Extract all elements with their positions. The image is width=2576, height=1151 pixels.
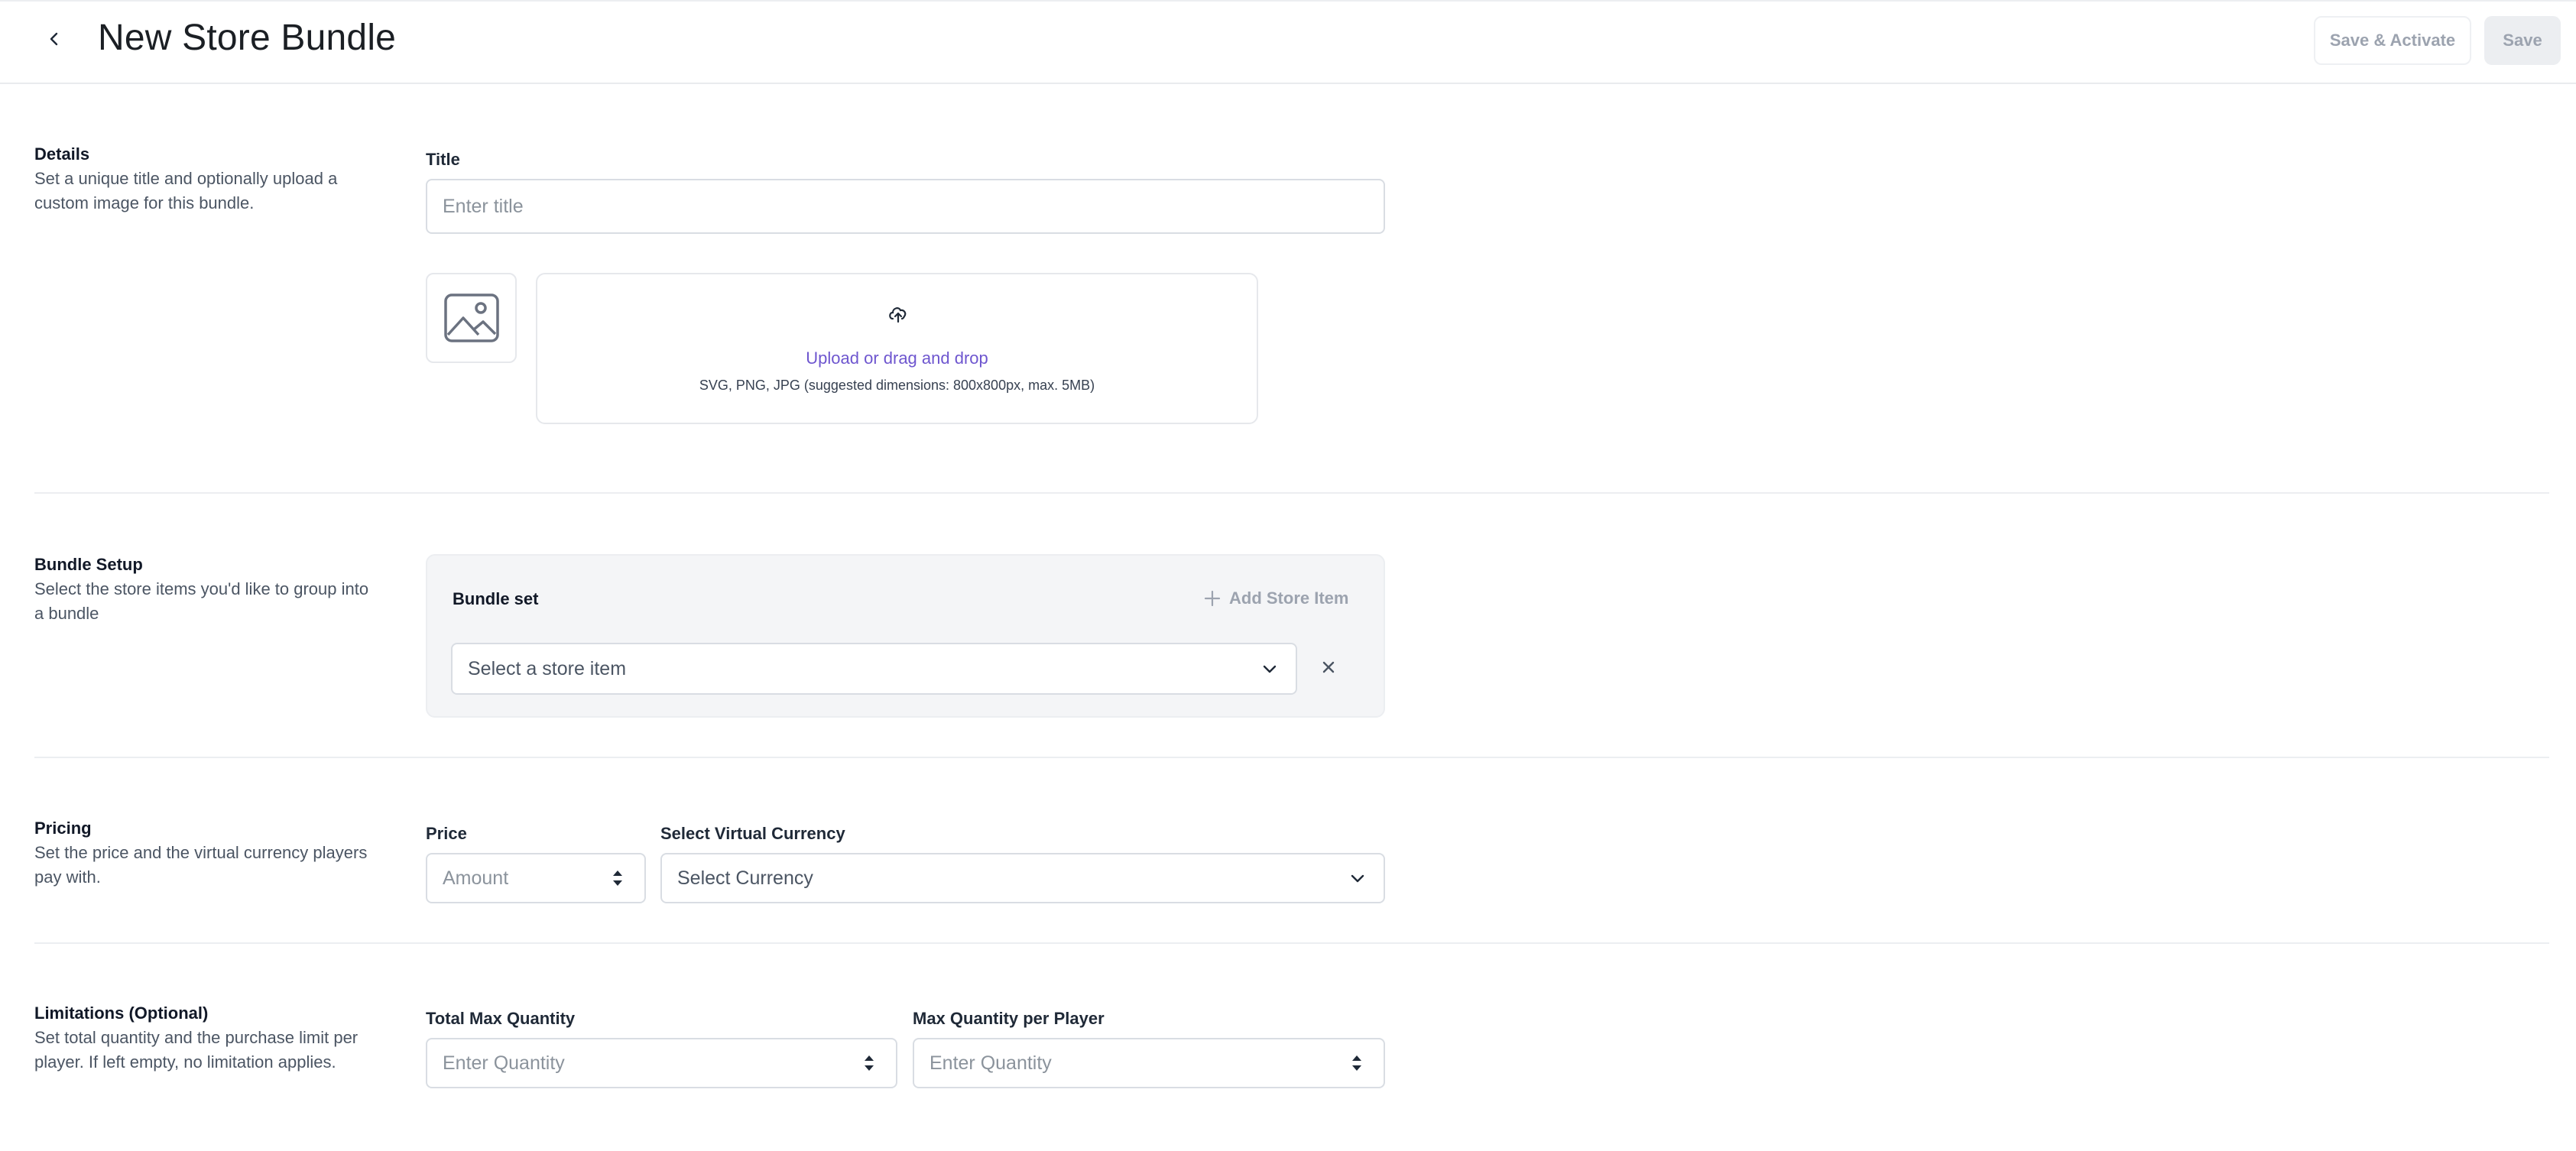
remove-store-item-button[interactable] [1316,655,1341,679]
limitations-section-title: Limitations (Optional) [34,1003,209,1023]
spinner-arrows-icon[interactable] [1351,1054,1362,1072]
max-quantity-per-player-input[interactable]: Enter Quantity [913,1038,1385,1088]
chevron-down-icon [1351,874,1364,883]
pricing-section-description: Set the price and the virtual currency p… [34,843,368,887]
image-dropzone[interactable]: Upload or drag and drop SVG, PNG, JPG (s… [536,273,1258,424]
pricing-section-title: Pricing [34,819,92,838]
section-divider [34,942,2549,944]
total-max-quantity-label: Total Max Quantity [426,1009,576,1028]
bundle-setup-section-description: Select the store items you'd like to gro… [34,579,369,623]
save-button[interactable]: Save [2484,16,2561,65]
section-divider [34,757,2549,758]
page-title: New Store Bundle [98,18,397,58]
details-section-description: Set a unique title and optionally upload… [34,169,338,212]
page: New Store Bundle Save & Activate Save De… [0,0,2576,1151]
total-max-quantity-input[interactable]: Enter Quantity [426,1038,897,1088]
store-item-select[interactable]: Select a store item [451,643,1297,695]
currency-select[interactable]: Select Currency [660,853,1385,903]
image-placeholder-icon [443,293,499,342]
price-input-placeholder: Amount [443,867,509,889]
price-input[interactable]: Amount [426,853,646,903]
store-item-select-placeholder: Select a store item [468,657,627,679]
total-max-quantity-placeholder: Enter Quantity [443,1052,565,1074]
upload-link[interactable]: Upload or drag and drop [537,349,1257,368]
bundle-set-panel: Bundle set Add Store Item Select a store… [426,554,1385,718]
bundle-setup-section-title: Bundle Setup [34,555,143,574]
spinner-arrows-icon[interactable] [864,1054,874,1072]
max-quantity-per-player-placeholder: Enter Quantity [930,1052,1052,1074]
chevron-left-icon [50,32,58,46]
save-activate-button[interactable]: Save & Activate [2314,16,2471,65]
limitations-section-description: Set total quantity and the purchase limi… [34,1028,358,1072]
chevron-down-icon [1263,665,1277,673]
title-field-label: Title [426,150,460,169]
spinner-arrows-icon[interactable] [612,869,623,887]
details-section-title: Details [34,144,90,164]
max-quantity-per-player-label: Max Quantity per Player [913,1009,1105,1028]
image-thumbnail [426,273,517,363]
close-icon [1322,661,1335,673]
title-input[interactable]: Enter title [426,179,1385,234]
section-divider [34,492,2549,494]
currency-select-placeholder: Select Currency [677,867,813,889]
plus-icon [1204,590,1221,607]
bundle-set-label: Bundle set [453,589,539,608]
add-store-item-label: Add Store Item [1229,588,1349,608]
header-bar: New Store Bundle Save & Activate Save [0,0,2576,84]
cloud-upload-icon [889,307,907,323]
currency-label: Select Virtual Currency [660,824,845,843]
price-label: Price [426,824,467,843]
back-button[interactable] [37,21,72,57]
title-input-placeholder: Enter title [443,195,524,217]
add-store-item-button[interactable]: Add Store Item [1203,586,1348,611]
upload-hint: SVG, PNG, JPG (suggested dimensions: 800… [699,378,1095,393]
